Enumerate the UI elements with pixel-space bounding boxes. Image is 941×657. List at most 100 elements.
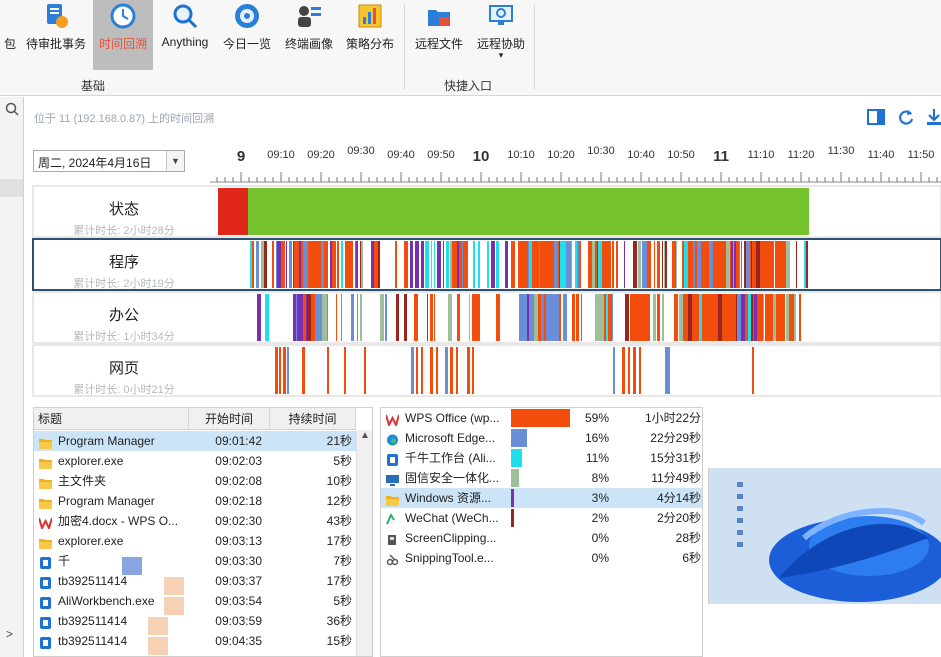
expand-arrow-icon[interactable]: > xyxy=(6,627,13,641)
task-duration: 5秒 xyxy=(333,454,352,468)
activity-stripe xyxy=(524,241,527,288)
activity-stripe xyxy=(653,294,656,341)
activity-stripe xyxy=(804,241,806,288)
folder-icon xyxy=(39,475,52,489)
activity-stripe xyxy=(748,294,751,341)
column-header-duration[interactable]: 持续时间 xyxy=(270,408,356,430)
screenshot-preview[interactable] xyxy=(708,468,941,604)
folder-icon xyxy=(39,495,52,509)
activity-stripe xyxy=(446,241,449,288)
activity-stripe xyxy=(736,241,739,288)
activity-stripe xyxy=(505,241,508,288)
activity-stripe xyxy=(487,241,489,288)
list-item[interactable]: 千牛工作台 (Ali... 11% 15分31秒 xyxy=(381,448,702,468)
activity-stripe xyxy=(534,294,538,341)
activity-stripe xyxy=(533,241,536,288)
minute-label: 10:10 xyxy=(507,149,535,161)
activity-stripe xyxy=(311,294,315,341)
activity-stripe xyxy=(546,241,547,288)
activity-stripe xyxy=(579,241,581,288)
task-duration: 5秒 xyxy=(333,594,352,608)
table-row[interactable]: explorer.exe 09:03:13 17秒 xyxy=(34,531,356,551)
activity-stripe xyxy=(465,294,469,341)
activity-stripe xyxy=(796,241,797,288)
redacted-block xyxy=(122,557,142,575)
task-start-time: 09:02:18 xyxy=(215,494,262,508)
table-row[interactable]: tb392511414 09:04:35 15秒 xyxy=(34,631,356,651)
activity-stripe xyxy=(478,241,480,288)
usage-duration: 22分29秒 xyxy=(650,431,701,445)
activity-stripe xyxy=(268,241,269,288)
activity-stripe xyxy=(560,241,564,288)
activity-stripe xyxy=(572,241,575,288)
table-row[interactable]: Program Manager 09:01:42 21秒 xyxy=(34,431,356,451)
list-item[interactable]: ScreenClipping... 0% 28秒 xyxy=(381,528,702,548)
app-blue-icon xyxy=(39,555,52,569)
list-item[interactable]: WeChat (WeCh... 2% 2分20秒 xyxy=(381,508,702,528)
activity-stripe xyxy=(664,241,665,288)
activity-stripe xyxy=(289,241,292,288)
activity-stripe xyxy=(625,294,629,341)
table-row[interactable]: explorer.exe 09:02:03 5秒 xyxy=(34,451,356,471)
activity-stripe xyxy=(806,241,808,288)
row-title: 程序 xyxy=(108,254,139,271)
activity-stripe xyxy=(736,294,737,341)
activity-stripe xyxy=(665,241,667,288)
table-row[interactable]: tb392511414 09:03:59 36秒 xyxy=(34,611,356,631)
column-header-start[interactable]: 开始时间 xyxy=(189,408,270,430)
activity-stripe xyxy=(265,294,269,341)
usage-bar xyxy=(511,409,570,427)
activity-stripe xyxy=(293,241,294,288)
web-stripe xyxy=(302,347,305,394)
list-item[interactable]: Microsoft Edge... 16% 22分29秒 xyxy=(381,428,702,448)
activity-stripe xyxy=(615,294,618,341)
activity-stripe xyxy=(721,241,724,288)
usage-duration: 4分14秒 xyxy=(656,491,701,505)
app-blue-icon xyxy=(39,575,52,589)
activity-stripe xyxy=(336,294,337,341)
activity-stripe xyxy=(357,294,358,341)
activity-stripe xyxy=(348,241,352,288)
table-row[interactable]: Program Manager 09:02:18 12秒 xyxy=(34,491,356,511)
activity-stripe xyxy=(473,241,475,288)
table-row[interactable]: AliWorkbench.exe 09:03:54 5秒 xyxy=(34,591,356,611)
activity-stripe xyxy=(539,241,540,288)
web-stripe xyxy=(445,347,448,394)
list-item[interactable]: WPS Office (wp... 59% 1小时22分 xyxy=(381,408,702,428)
table-row[interactable]: 主文件夹 09:02:08 10秒 xyxy=(34,471,356,491)
table-row[interactable]: tb392511414 09:03:37 17秒 xyxy=(34,571,356,591)
activity-stripe xyxy=(307,294,311,341)
app-name: Windows 资源... xyxy=(405,491,492,505)
list-item[interactable]: 固信安全一体化... 8% 11分49秒 xyxy=(381,468,702,488)
row-subtitle: 累计时长: 1小时34分 xyxy=(73,331,175,343)
minute-label: 11:20 xyxy=(788,149,815,161)
activity-stripe xyxy=(332,241,336,288)
vertical-scrollbar[interactable]: ▲ xyxy=(356,430,372,656)
activity-stripe xyxy=(491,241,495,288)
activity-stripe xyxy=(604,241,605,288)
task-start-time: 09:04:35 xyxy=(215,634,262,648)
activity-stripe xyxy=(321,241,324,288)
scroll-up-icon[interactable]: ▲ xyxy=(357,430,372,441)
list-item[interactable]: SnippingTool.e... 0% 6秒 xyxy=(381,548,702,568)
activity-stripe xyxy=(662,241,663,288)
list-item[interactable]: Windows 资源... 3% 4分14秒 xyxy=(381,488,702,508)
app-blue-icon xyxy=(386,452,399,466)
activity-stripe xyxy=(745,294,746,341)
table-row[interactable]: 千 09:03:30 7秒 xyxy=(34,551,356,571)
activity-stripe xyxy=(679,294,683,341)
usage-bar xyxy=(511,429,527,447)
web-stripe xyxy=(613,347,615,394)
usage-percent: 16% xyxy=(584,431,609,445)
app-name: ScreenClipping... xyxy=(405,531,497,545)
activity-stripe xyxy=(785,294,786,341)
minute-label: 11:30 xyxy=(828,145,855,157)
table-row[interactable]: 加密4.docx - WPS O... 09:02:30 43秒 xyxy=(34,511,356,531)
activity-stripe xyxy=(378,241,380,288)
task-start-time: 09:02:30 xyxy=(215,514,262,528)
web-stripe xyxy=(456,347,458,394)
column-header-title[interactable]: 标题 xyxy=(34,408,189,430)
activity-stripe xyxy=(360,294,362,341)
usage-percent: 8% xyxy=(591,471,609,485)
activity-stripe xyxy=(414,294,418,341)
